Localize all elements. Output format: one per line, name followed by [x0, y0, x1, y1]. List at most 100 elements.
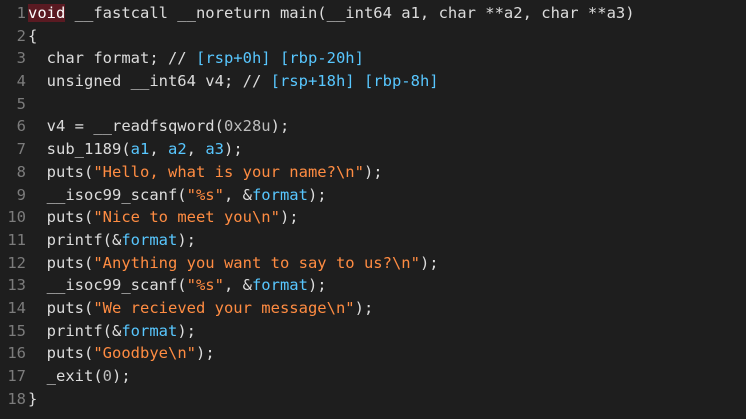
code-token[interactable]: printf(& [28, 231, 122, 249]
code-token[interactable]: , [149, 140, 168, 158]
code-token[interactable]: format [252, 186, 308, 204]
code-token[interactable]: 0x28u [224, 117, 271, 135]
code-line[interactable]: 3 char format; // [rsp+0h] [rbp-20h] [0, 47, 746, 70]
code-token[interactable]: "Hello, what is your name?\n" [93, 163, 364, 181]
code-line[interactable]: 10 puts("Nice to meet you\n"); [0, 206, 746, 229]
line-number: 18 [7, 389, 26, 408]
code-line[interactable]: 6 v4 = __readfsqword(0x28u); [0, 115, 746, 138]
code-token[interactable]: _exit( [28, 367, 103, 385]
code-text[interactable]: void __fastcall __noreturn main(__int64 … [28, 2, 746, 25]
code-token[interactable]: ); [355, 299, 374, 317]
code-line[interactable]: 2{ [0, 25, 746, 48]
code-token[interactable]: puts( [28, 299, 94, 317]
code-token[interactable]: "We recieved your message\n" [93, 299, 354, 317]
code-text[interactable]: puts("Hello, what is your name?\n"); [28, 161, 746, 184]
code-text[interactable]: { [28, 25, 746, 48]
code-text[interactable]: __isoc99_scanf("%s", &format); [28, 274, 746, 297]
pseudocode-editor[interactable]: 1 void __fastcall __noreturn main(__int64… [0, 0, 746, 419]
code-text[interactable]: _exit(0); [28, 365, 746, 388]
line-number: 5 [16, 94, 26, 113]
code-text[interactable]: puts("Anything you want to say to us?\n"… [28, 252, 746, 275]
code-line[interactable]: 17 _exit(0); [0, 365, 746, 388]
code-token[interactable]: , & [224, 276, 252, 294]
code-token[interactable]: __isoc99_scanf( [28, 186, 187, 204]
line-number: 10 [7, 208, 26, 227]
code-token[interactable]: a2 [168, 140, 187, 158]
code-token[interactable]: void [28, 4, 66, 22]
code-line[interactable]: 11 printf(&format); [0, 229, 746, 252]
code-token[interactable]: __isoc99_scanf( [28, 276, 187, 294]
code-text[interactable]: puts("Nice to meet you\n"); [28, 206, 746, 229]
code-token[interactable]: a3 [205, 140, 224, 158]
code-text[interactable]: __isoc99_scanf("%s", &format); [28, 184, 746, 207]
code-token[interactable]: a1 [131, 140, 150, 158]
code-token[interactable]: [rsp+18h] [rbp-8h] [271, 72, 439, 90]
code-token[interactable]: sub_1189( [28, 140, 131, 158]
code-token[interactable]: { [28, 27, 37, 45]
code-token[interactable]: ); [308, 186, 327, 204]
code-token[interactable]: ); [177, 322, 196, 340]
code-token[interactable]: ); [196, 344, 215, 362]
code-token[interactable]: ); [420, 254, 439, 272]
code-text[interactable]: puts("Goodbye\n"); [28, 342, 746, 365]
code-token[interactable]: format [121, 322, 177, 340]
code-token[interactable]: v4 = __readfsqword( [28, 117, 224, 135]
code-text[interactable] [28, 93, 746, 116]
code-token[interactable]: , & [224, 186, 252, 204]
code-line[interactable]: 12 puts("Anything you want to say to us?… [0, 252, 746, 275]
code-token[interactable]: "Nice to meet you\n" [93, 208, 280, 226]
code-token[interactable]: ); [177, 231, 196, 249]
line-number: 1 [16, 4, 26, 22]
code-text[interactable]: char format; // [rsp+0h] [rbp-20h] [28, 47, 746, 70]
code-text[interactable]: } [28, 388, 746, 411]
code-token[interactable]: char format; // [28, 49, 196, 67]
code-text[interactable]: printf(&format); [28, 229, 746, 252]
code-token[interactable]: "%s" [187, 276, 224, 294]
code-line[interactable]: 13 __isoc99_scanf("%s", &format); [0, 274, 746, 297]
code-token[interactable]: "Anything you want to say to us?\n" [93, 254, 420, 272]
code-line[interactable]: 1 void __fastcall __noreturn main(__int64… [0, 2, 746, 25]
code-line[interactable]: 9 __isoc99_scanf("%s", &format); [0, 184, 746, 207]
code-token[interactable]: , [187, 140, 206, 158]
line-number: 13 [7, 276, 26, 295]
line-number: 17 [7, 367, 26, 385]
code-line[interactable]: 4 unsigned __int64 v4; // [rsp+18h] [rbp… [0, 70, 746, 93]
code-token[interactable]: format [252, 276, 308, 294]
code-token[interactable]: ); [280, 208, 299, 226]
code-token[interactable]: __fastcall __noreturn main(__int64 a1, c… [65, 4, 635, 22]
code-line[interactable]: 14 puts("We recieved your message\n"); [0, 297, 746, 320]
code-token[interactable]: "Goodbye\n" [93, 344, 196, 362]
code-token[interactable]: puts( [28, 344, 94, 362]
code-token[interactable]: puts( [28, 208, 94, 226]
code-token[interactable]: ); [112, 367, 131, 385]
code-line[interactable]: 18} [0, 388, 746, 411]
code-text[interactable]: unsigned __int64 v4; // [rsp+18h] [rbp-8… [28, 70, 746, 93]
code-token[interactable]: } [28, 390, 37, 408]
code-token[interactable]: ); [308, 276, 327, 294]
code-token[interactable]: ); [271, 117, 290, 135]
code-token[interactable]: [rsp+0h] [rbp-20h] [196, 49, 364, 67]
code-text[interactable]: puts("We recieved your message\n"); [28, 297, 746, 320]
code-token[interactable]: "%s" [187, 186, 224, 204]
code-line[interactable]: 16 puts("Goodbye\n"); [0, 342, 746, 365]
line-number: 2 [16, 26, 26, 45]
code-token[interactable]: 0 [103, 367, 112, 385]
code-token[interactable]: unsigned __int64 v4; // [28, 72, 271, 90]
line-number: 15 [7, 321, 26, 340]
line-number: 16 [7, 344, 26, 363]
code-text[interactable]: v4 = __readfsqword(0x28u); [28, 115, 746, 138]
code-text[interactable]: printf(&format); [28, 320, 746, 343]
code-line[interactable]: 8 puts("Hello, what is your name?\n"); [0, 161, 746, 184]
code-token[interactable]: ); [364, 163, 383, 181]
code-token[interactable]: printf(& [28, 322, 122, 340]
line-number: 12 [7, 253, 26, 272]
code-token[interactable]: puts( [28, 163, 94, 181]
code-line[interactable]: 15 printf(&format); [0, 320, 746, 343]
code-text[interactable]: sub_1189(a1, a2, a3); [28, 138, 746, 161]
code-token[interactable]: ); [224, 140, 243, 158]
code-line[interactable]: 7 sub_1189(a1, a2, a3); [0, 138, 746, 161]
code-token[interactable]: puts( [28, 254, 94, 272]
line-number: 4 [16, 72, 26, 91]
code-line[interactable]: 5 [0, 93, 746, 116]
code-token[interactable]: format [121, 231, 177, 249]
